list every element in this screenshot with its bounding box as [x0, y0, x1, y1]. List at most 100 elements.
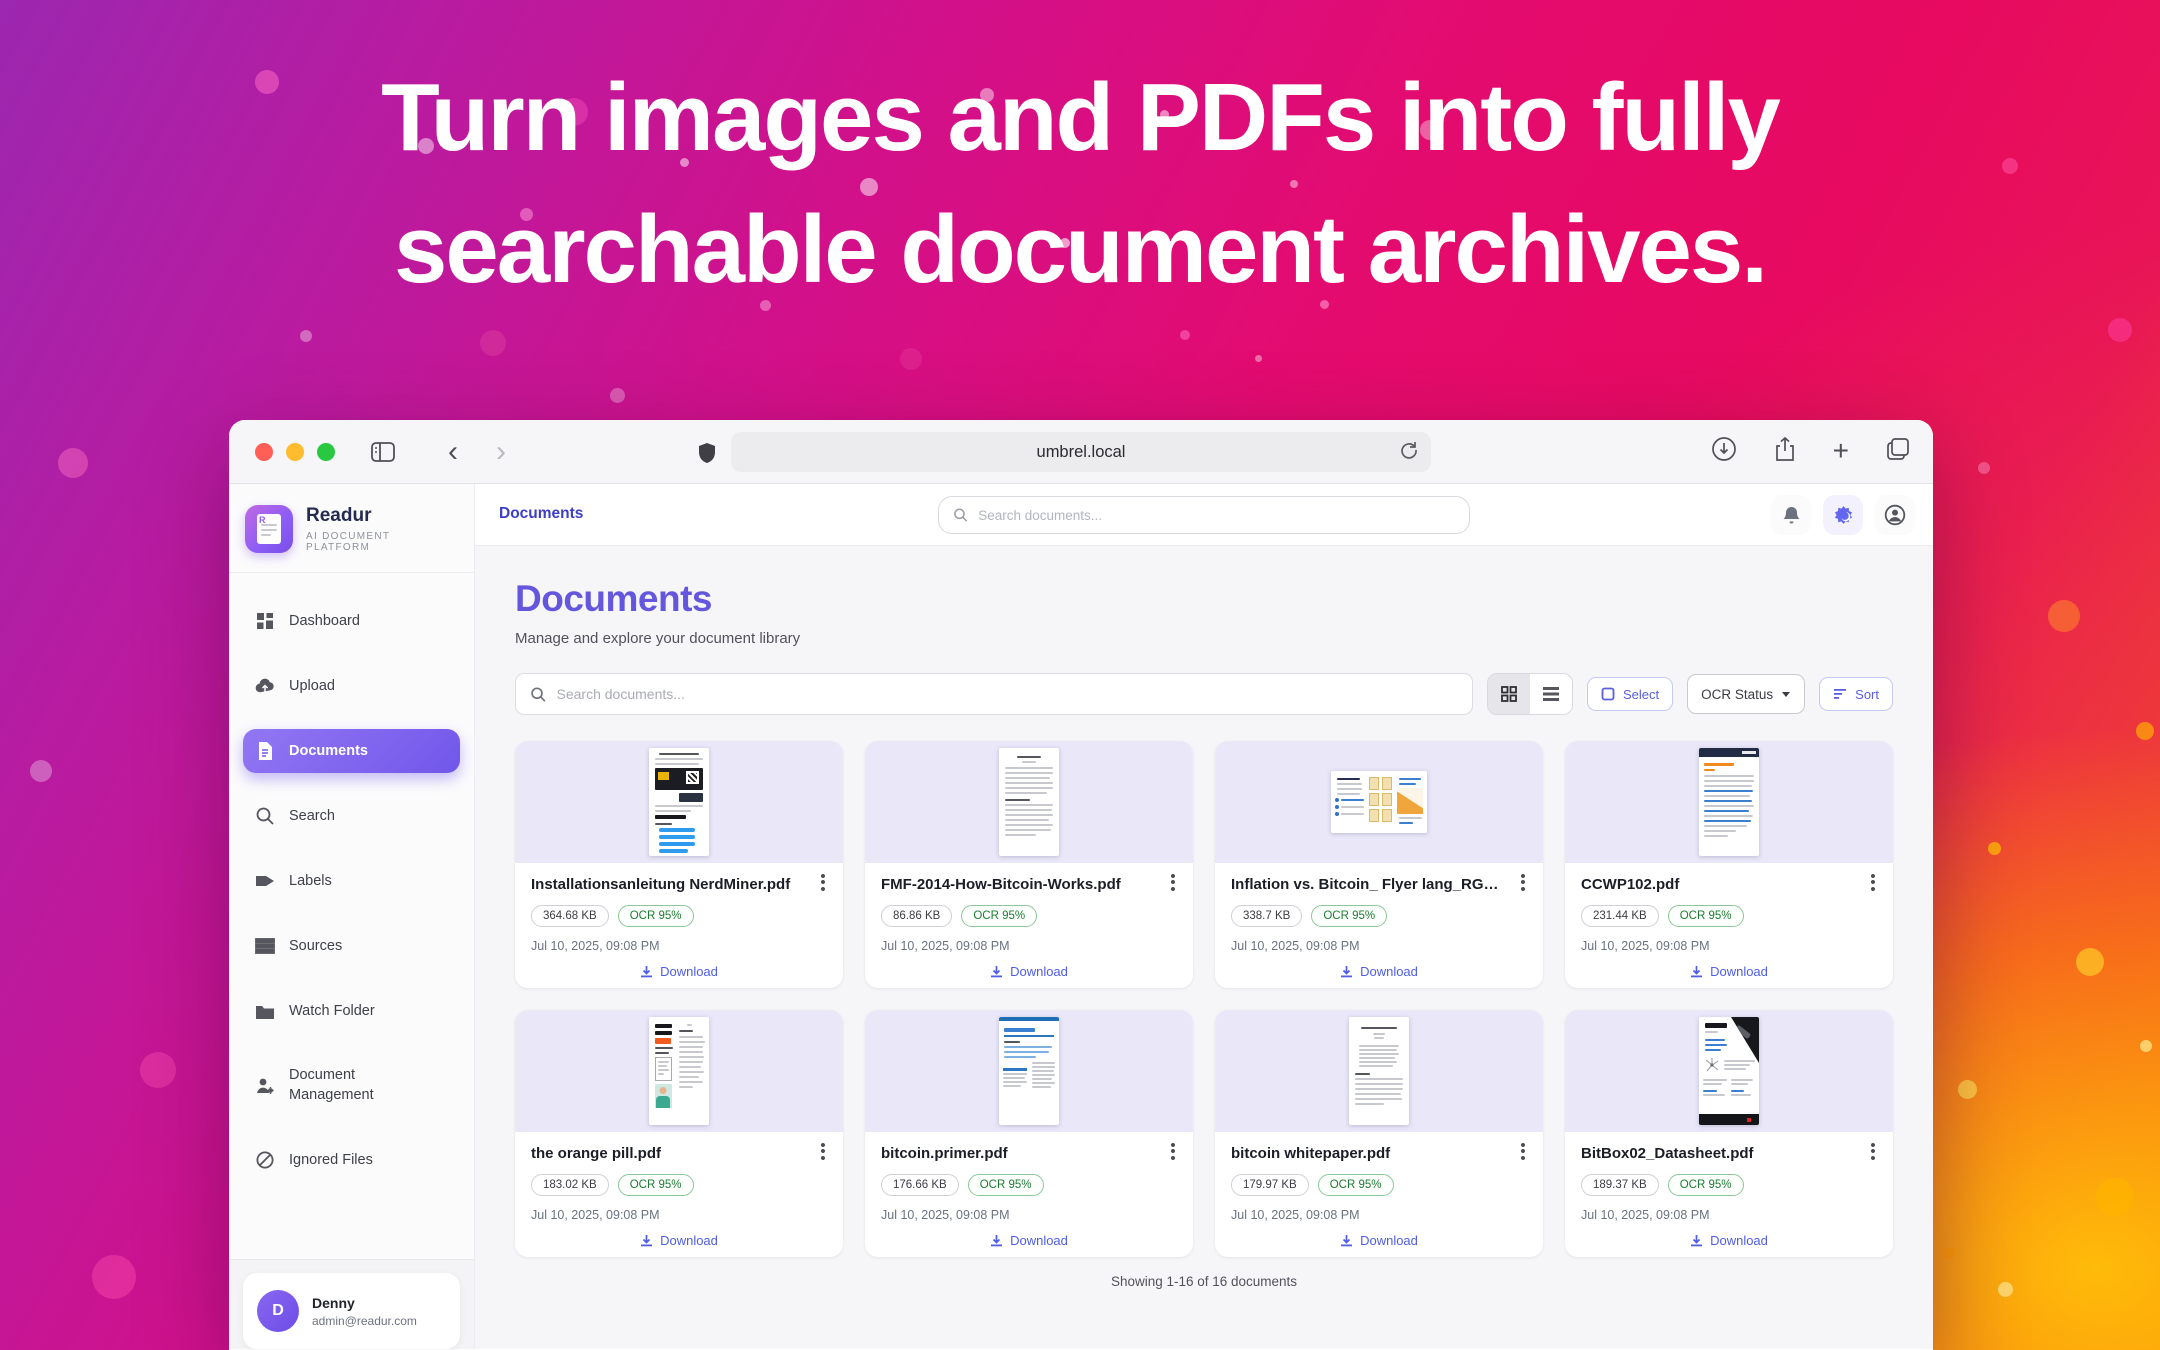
more-options-button[interactable]: •••: [1865, 874, 1881, 893]
document-thumbnail: [865, 1010, 1193, 1132]
grid-view-button[interactable]: [1488, 674, 1530, 714]
background-dot: [1978, 462, 1990, 474]
documents-search-input[interactable]: [557, 686, 1458, 702]
sidebar-item-watch-folder[interactable]: Watch Folder: [243, 989, 460, 1033]
global-search-input[interactable]: [978, 508, 1455, 523]
sidebar-item-search[interactable]: Search: [243, 794, 460, 838]
document-card[interactable]: FMF-2014-How-Bitcoin-Works.pdf ••• 86.86…: [865, 741, 1193, 988]
sidebar-toggle-icon[interactable]: [367, 436, 399, 468]
sidebar-item-sources[interactable]: Sources: [243, 924, 460, 968]
new-tab-icon[interactable]: +: [1833, 440, 1849, 462]
share-icon[interactable]: [1773, 436, 1797, 467]
document-card[interactable]: the orange pill.pdf ••• 183.02 KB OCR 95…: [515, 1010, 843, 1257]
sidebar-item-document-management[interactable]: Document Management: [243, 1054, 460, 1117]
document-name: bitcoin.primer.pdf: [881, 1145, 1177, 1162]
download-link[interactable]: Download: [1231, 1233, 1527, 1248]
browser-chrome: ‹ › umbrel.local +: [229, 420, 1933, 484]
document-card[interactable]: Installationsanleitung NerdMiner.pdf •••…: [515, 741, 843, 988]
document-card[interactable]: BitBox02_Datasheet.pdf ••• 189.37 KB OCR…: [1565, 1010, 1893, 1257]
global-search[interactable]: [938, 496, 1470, 534]
marketing-stage: Turn images and PDFs into fully searchab…: [0, 0, 2160, 1350]
more-options-button[interactable]: •••: [1515, 874, 1531, 893]
downloads-icon[interactable]: [1711, 436, 1737, 467]
close-window-button[interactable]: [255, 443, 273, 461]
grid-view-icon: [1500, 685, 1518, 703]
file-size-badge: 338.7 KB: [1231, 905, 1302, 927]
sidebar-item-upload[interactable]: Upload: [243, 664, 460, 708]
sidebar-item-label: Search: [289, 808, 335, 824]
shield-icon[interactable]: [691, 437, 723, 469]
list-view-button[interactable]: [1530, 674, 1572, 714]
documents-search[interactable]: [515, 673, 1473, 715]
file-size-badge: 176.66 KB: [881, 1174, 959, 1196]
breadcrumb[interactable]: Documents: [499, 505, 583, 523]
reload-icon[interactable]: [1399, 440, 1419, 465]
ocr-status-dropdown[interactable]: OCR Status: [1687, 674, 1805, 714]
document-card[interactable]: bitcoin whitepaper.pdf ••• 179.97 KB OCR…: [1215, 1010, 1543, 1257]
back-button[interactable]: ‹: [437, 436, 469, 468]
brand-tagline: AI DOCUMENT PLATFORM: [306, 531, 458, 553]
more-options-button[interactable]: •••: [1165, 874, 1181, 893]
download-link[interactable]: Download: [1231, 964, 1527, 979]
file-size-badge: 179.97 KB: [1231, 1174, 1309, 1196]
address-bar[interactable]: umbrel.local: [731, 432, 1431, 472]
sidebar-item-dashboard[interactable]: Dashboard: [243, 599, 460, 643]
download-label: Download: [660, 1233, 718, 1248]
more-options-button[interactable]: •••: [815, 874, 831, 893]
file-size-badge: 189.37 KB: [1581, 1174, 1659, 1196]
minimize-window-button[interactable]: [286, 443, 304, 461]
document-date: Jul 10, 2025, 09:08 PM: [1231, 939, 1527, 953]
download-link[interactable]: Download: [1581, 1233, 1877, 1248]
document-date: Jul 10, 2025, 09:08 PM: [881, 1208, 1177, 1222]
more-options-button[interactable]: •••: [1165, 1143, 1181, 1162]
user-email: admin@readur.com: [312, 1314, 417, 1328]
more-options-button[interactable]: •••: [1865, 1143, 1881, 1162]
background-dot: [1255, 355, 1262, 362]
ignored-files-icon: [255, 1150, 275, 1170]
zoom-window-button[interactable]: [317, 443, 335, 461]
document-card[interactable]: CCWP102.pdf ••• 231.44 KB OCR 95% Jul 10…: [1565, 741, 1893, 988]
sidebar-item-labels[interactable]: Labels: [243, 859, 460, 903]
background-dot: [2048, 600, 2080, 632]
more-options-button[interactable]: •••: [815, 1143, 831, 1162]
search-icon: [530, 686, 547, 703]
download-link[interactable]: Download: [531, 964, 827, 979]
sidebar-item-documents[interactable]: Documents: [243, 729, 460, 773]
select-button[interactable]: Select: [1587, 677, 1673, 711]
download-icon: [1340, 965, 1353, 978]
forward-button[interactable]: ›: [485, 436, 517, 468]
download-icon: [1690, 1234, 1703, 1247]
download-link[interactable]: Download: [531, 1233, 827, 1248]
document-thumbnail: [1215, 1010, 1543, 1132]
documents-grid: Installationsanleitung NerdMiner.pdf •••…: [515, 741, 1893, 1257]
sidebar-item-label: Document Management: [289, 1066, 399, 1105]
background-dot: [1988, 842, 2001, 855]
background-dot: [1180, 330, 1190, 340]
search-icon: [255, 806, 275, 826]
document-card[interactable]: bitcoin.primer.pdf ••• 176.66 KB OCR 95%…: [865, 1010, 1193, 1257]
document-date: Jul 10, 2025, 09:08 PM: [1581, 1208, 1877, 1222]
sidebar-item-ignored-files[interactable]: Ignored Files: [243, 1138, 460, 1182]
tab-overview-icon[interactable]: [1885, 436, 1911, 467]
download-label: Download: [1010, 1233, 1068, 1248]
hero-line-2: searchable document archives.: [0, 184, 2160, 316]
sources-icon: [255, 936, 275, 956]
theme-toggle-button[interactable]: [1823, 495, 1863, 535]
file-size-badge: 364.68 KB: [531, 905, 609, 927]
download-link[interactable]: Download: [881, 1233, 1177, 1248]
download-link[interactable]: Download: [1581, 964, 1877, 979]
ocr-status-badge: OCR 95%: [968, 1174, 1044, 1196]
document-date: Jul 10, 2025, 09:08 PM: [1581, 939, 1877, 953]
profile-button[interactable]: [1875, 495, 1915, 535]
sort-button[interactable]: Sort: [1819, 677, 1893, 711]
document-thumbnail: [865, 741, 1193, 863]
document-card[interactable]: Inflation vs. Bitcoin_ Flyer lang_RGB.pd…: [1215, 741, 1543, 988]
download-link[interactable]: Download: [881, 964, 1177, 979]
more-options-button[interactable]: •••: [1515, 1143, 1531, 1162]
user-profile-card[interactable]: D Denny admin@readur.com: [243, 1273, 460, 1349]
search-icon: [953, 507, 968, 523]
sort-label: Sort: [1855, 687, 1879, 702]
notifications-button[interactable]: [1771, 495, 1811, 535]
document-date: Jul 10, 2025, 09:08 PM: [881, 939, 1177, 953]
sidebar-nav: Dashboard Upload Documents Search: [229, 573, 474, 1182]
